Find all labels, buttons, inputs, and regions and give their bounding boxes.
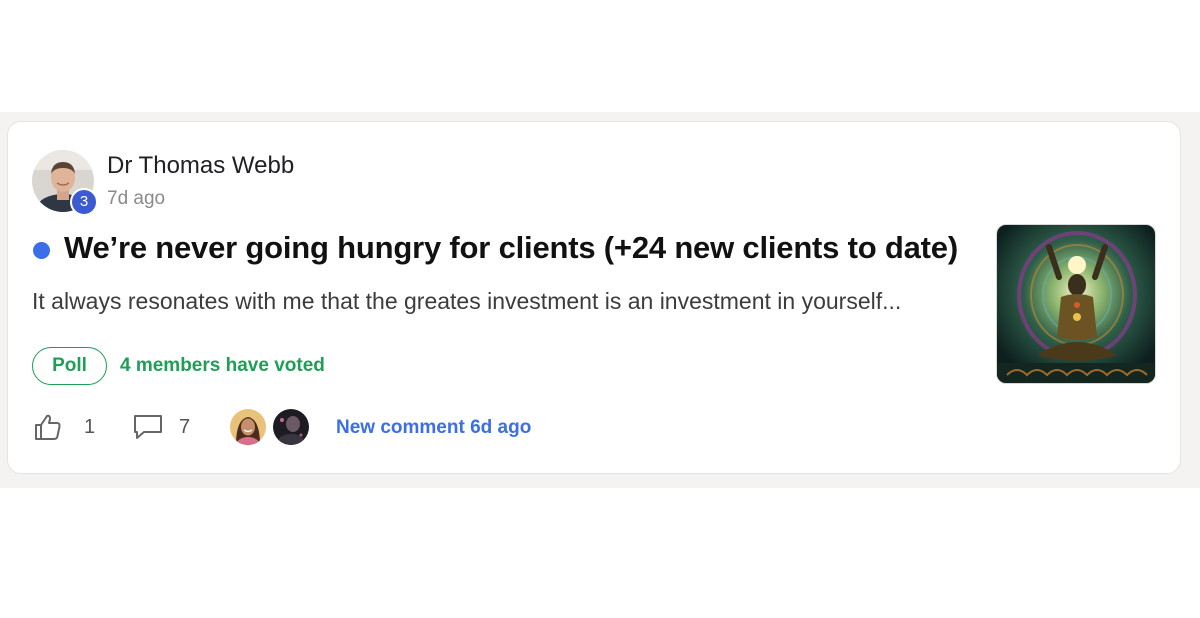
like-count: 1 [84, 416, 96, 438]
post-excerpt[interactable]: It always resonates with me that the gre… [32, 288, 901, 315]
post-thumbnail[interactable] [996, 224, 1156, 384]
commenter-avatar[interactable] [228, 407, 268, 447]
comment-bubble-icon [134, 415, 162, 439]
poll-badge[interactable]: Poll [32, 347, 107, 385]
commenter-avatar[interactable] [271, 407, 311, 447]
new-comment-link[interactable]: New comment 6d ago [336, 417, 531, 439]
comment-button[interactable] [132, 412, 164, 442]
post-title[interactable]: We’re never going hungry for clients (+2… [64, 230, 958, 266]
thumbs-up-icon [35, 414, 61, 440]
unread-indicator [33, 242, 50, 259]
poll-votes-text[interactable]: 4 members have voted [120, 355, 325, 377]
author-avatar-container[interactable]: 3 [32, 150, 98, 216]
author-name[interactable]: Dr Thomas Webb [107, 152, 294, 180]
post-card[interactable]: 3 Dr Thomas Webb 7d ago We’re never goin… [7, 121, 1181, 474]
post-timestamp[interactable]: 7d ago [107, 188, 165, 210]
like-button[interactable] [32, 411, 64, 443]
level-badge: 3 [70, 188, 98, 216]
comment-count: 7 [179, 416, 191, 438]
